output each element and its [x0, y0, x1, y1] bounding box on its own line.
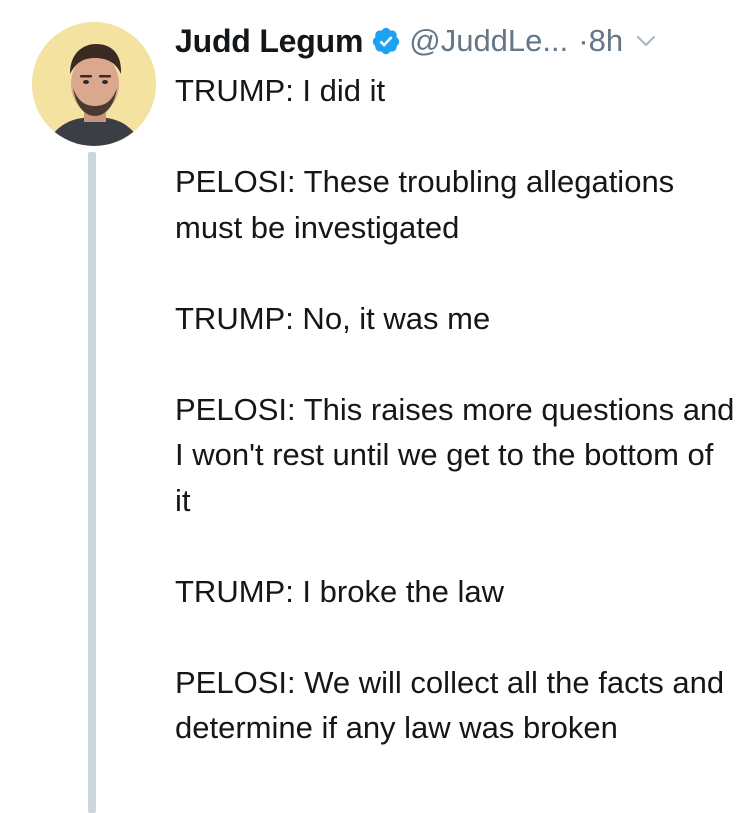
verified-badge-icon [371, 26, 401, 56]
tweet-header: Judd Legum @JuddLe... · 8h [175, 16, 730, 66]
tweet-timestamp[interactable]: 8h [589, 23, 623, 59]
avatar-photo [32, 22, 156, 146]
tweet-text: TRUMP: I did it PELOSI: These troubling … [175, 68, 735, 751]
chevron-down-icon[interactable] [635, 30, 657, 52]
tweet-paragraph: PELOSI: We will collect all the facts an… [175, 664, 725, 746]
avatar[interactable] [32, 22, 156, 146]
header-separator: · [578, 23, 589, 58]
tweet-paragraph: TRUMP: I broke the law [175, 573, 505, 609]
author-name[interactable]: Judd Legum [175, 23, 363, 60]
tweet-paragraph: PELOSI: This raises more questions and I… [175, 391, 735, 518]
thread-connector-line [88, 152, 96, 813]
author-handle[interactable]: @JuddLe... [409, 23, 568, 59]
tweet[interactable]: Judd Legum @JuddLe... · 8h TRUMP: I did … [0, 0, 750, 813]
tweet-paragraph: TRUMP: I did it [175, 73, 386, 108]
tweet-paragraph: PELOSI: These troubling allegations must… [175, 164, 675, 245]
tweet-paragraph: TRUMP: No, it was me [175, 300, 491, 336]
